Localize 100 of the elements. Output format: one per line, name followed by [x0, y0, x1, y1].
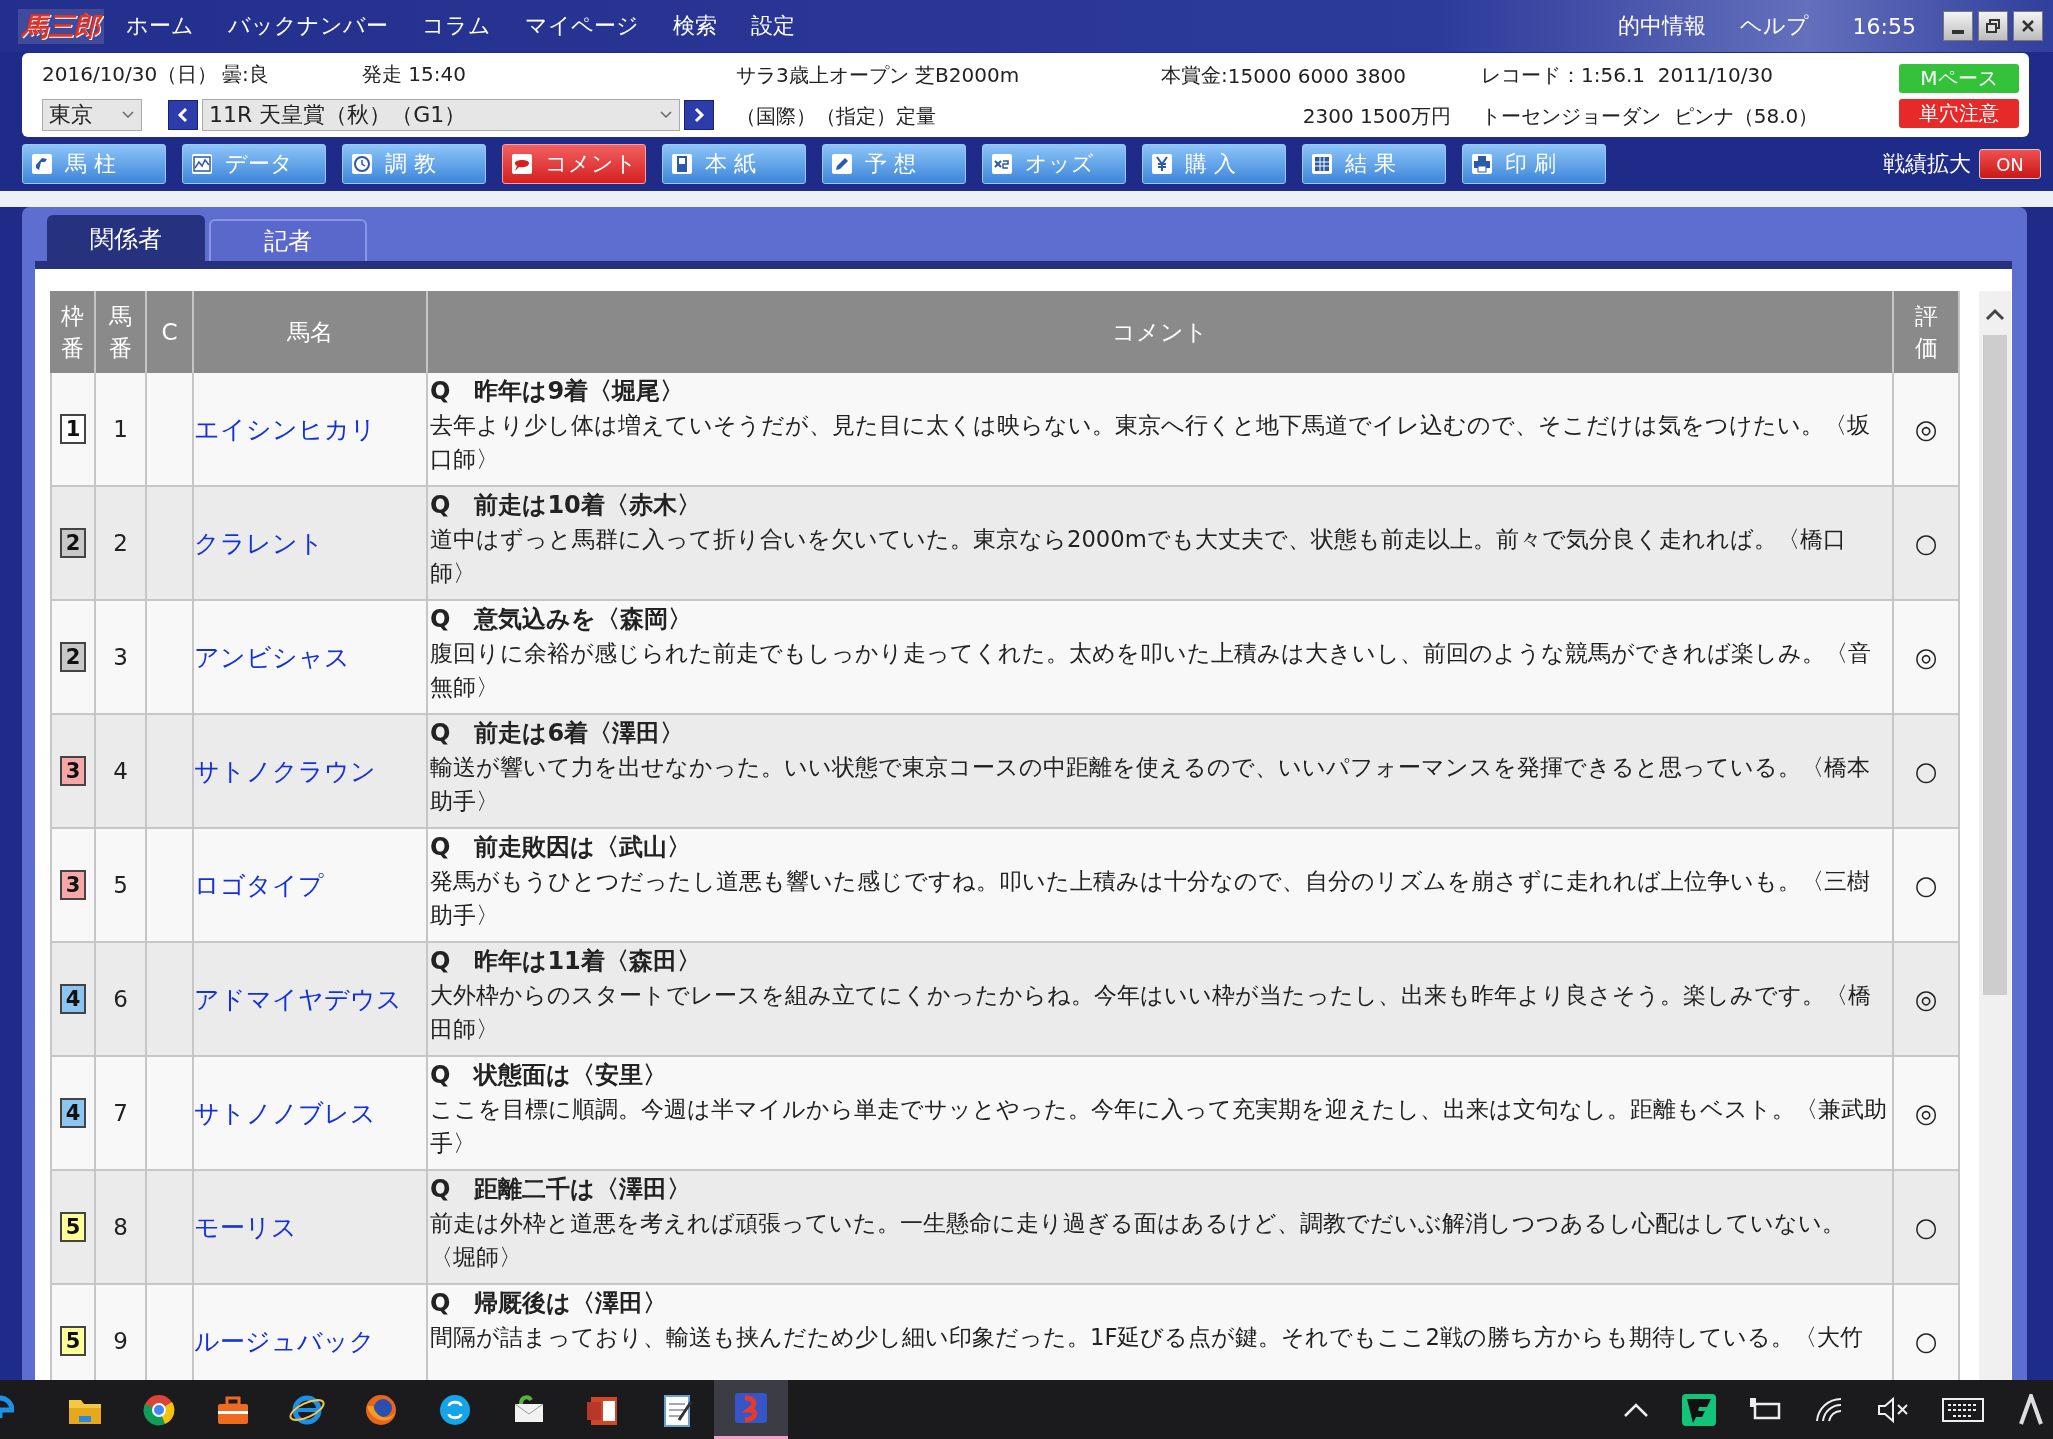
frame-number: 5: [60, 1326, 86, 1356]
horse-number: 4: [113, 758, 128, 784]
horse-name-link[interactable]: モーリス: [194, 1210, 297, 1244]
menu-item[interactable]: 検索: [673, 11, 717, 41]
horse-number: 3: [113, 644, 128, 670]
prize-money: 15000 6000 3800: [1227, 63, 1406, 88]
restore-icon: [1985, 18, 2001, 34]
frame-number: 1: [60, 414, 86, 444]
horse-name-link[interactable]: サトノノブレス: [194, 1096, 376, 1130]
race-select[interactable]: 11R 天皇賞（秋）（G1）: [202, 99, 680, 132]
comment-text: 発馬がもうひとつだったし道悪も響いた感じですね。叩いた上積みは十分なので、自分のリズムを崩さずに走れれば上位争いも。〈三樹助手〉: [430, 867, 1871, 930]
horse-number: 9: [113, 1328, 128, 1354]
horse-name-link[interactable]: ルージュバック: [194, 1324, 375, 1358]
previous-button[interactable]: [168, 100, 198, 131]
menu-item[interactable]: マイページ: [525, 11, 639, 41]
keyboard-icon[interactable]: [1941, 1395, 1985, 1424]
question-heading: Q 前走は6着〈澤田〉: [430, 718, 685, 749]
horse-number: 7: [113, 1100, 128, 1126]
toolbar-button[interactable]: コメント: [502, 144, 646, 184]
question-heading: Q 距離二千は〈澤田〉: [430, 1174, 692, 1205]
scroll-up-icon[interactable]: [1984, 307, 2006, 323]
question-heading: Q 昨年は9着〈堀尾〉: [430, 376, 685, 407]
clock-icon: [351, 153, 373, 175]
minimize-icon: [1952, 30, 1964, 34]
restore-button[interactable]: [1978, 11, 2008, 41]
next-button[interactable]: [684, 100, 714, 131]
horse-name-link[interactable]: サトノクラウン: [194, 754, 376, 788]
chevron-down-icon: [121, 110, 135, 121]
horse-number: 8: [113, 1214, 128, 1240]
frame-number: 4: [60, 1098, 86, 1128]
clock: 16:55: [1852, 13, 1916, 39]
track-condition: 曇:良: [222, 60, 270, 88]
question-heading: Q 前走敗因は〈武山〉: [430, 832, 692, 863]
rating-mark: ○: [1914, 528, 1938, 558]
question-heading: Q 前走は10着〈赤木〉: [430, 490, 701, 521]
rating-mark: ○: [1914, 1326, 1938, 1356]
comment-text: 大外枠からのスタートでレースを組み立てにくかったからね。今年はいい枠が当たったし、出来も昨年より良さそう。楽しみです。〈橋田師〉: [430, 981, 1872, 1044]
mute-icon[interactable]: [1875, 1394, 1911, 1425]
question-heading: Q 昨年は11着〈森田〉: [430, 946, 701, 977]
rating-mark: ◎: [1914, 642, 1938, 672]
chevron-down-icon: [659, 110, 673, 121]
race-conditions: （国際）（指定）定量: [736, 103, 937, 130]
frame-number: 3: [60, 756, 86, 786]
yen-icon: [1151, 153, 1173, 175]
comment-text: 間隔が詰まっており、輸送も挟んだため少し細い印象だった。1F延びる点が鍵。それでもここ2戦の勝ち方からも期待している。〈大竹: [430, 1323, 1863, 1352]
horse-number: 1: [113, 416, 128, 442]
menu-item[interactable]: 設定: [751, 11, 795, 41]
comment-text: 去年より少し体は増えていそうだが、見た目に太くは映らない。東京へ行くと地下馬道でイレ込むので、そこだけは気をつけたい。〈坂口師〉: [430, 411, 1871, 474]
speech-bubble-icon: [511, 153, 533, 175]
horse-name-link[interactable]: ロゴタイプ: [194, 868, 324, 902]
question-heading: Q 状態面は〈安里〉: [430, 1060, 668, 1091]
rating-mark: ◎: [1914, 414, 1938, 444]
chart-icon: [191, 153, 213, 175]
frame-number: 2: [60, 528, 86, 558]
frame-number: 5: [60, 1212, 86, 1242]
status-badge: 単穴注意: [1899, 99, 2019, 128]
comment-text: 道中はずっと馬群に入って折り合いを欠いていた。東京なら2000mでも大丈夫で、状態も前走以上。前々で気分良く走れれば。〈橋口師〉: [430, 525, 1847, 588]
toggle-switch[interactable]: ON: [1979, 149, 2041, 179]
comment-text: 前走は外枠と道悪を考えれば頑張っていた。一生懸命に走り過ぎる面はあるけど、調教でだいぶ解消しつつあるし心配はしていない。〈堀師〉: [430, 1209, 1846, 1272]
race-class: サラ3歳上オープン 芝B2000m: [736, 62, 1021, 89]
frame-number: 4: [60, 984, 86, 1014]
minimize-button[interactable]: [1943, 11, 1973, 41]
table-icon: [1311, 153, 1333, 175]
question-heading: Q 帰厩後は〈澤田〉: [430, 1288, 668, 1319]
horse-name-link[interactable]: エイシンヒカリ: [194, 412, 376, 446]
menu-item[interactable]: コラム: [422, 11, 491, 41]
rating-mark: ○: [1914, 1212, 1938, 1242]
frame-number: 2: [60, 642, 86, 672]
menu-item[interactable]: バックナンバー: [228, 11, 388, 41]
chevron-right-icon: [693, 107, 705, 124]
scroll-thumb[interactable]: [1983, 335, 2007, 995]
comment-text: 腹回りに余裕が感じられた前走でもしっかり走ってくれた。太めを叩いた上積みは大きいし、前回のような競馬ができれば楽しみ。〈音無師〉: [430, 639, 1872, 702]
venue-select[interactable]: 東京: [42, 99, 142, 132]
printer-icon: [1471, 153, 1493, 175]
horse-number: 6: [113, 986, 128, 1012]
start-time: 発走 15:40: [362, 60, 466, 88]
horse-name-link[interactable]: アンビシャス: [194, 640, 350, 674]
horse-name-link[interactable]: アドマイヤデウス: [194, 982, 402, 1016]
tab[interactable]: 記者: [209, 219, 367, 261]
rating-mark: ◎: [1914, 1098, 1938, 1128]
chevron-left-icon: [177, 107, 189, 124]
horse-number: 5: [113, 872, 128, 898]
close-button[interactable]: [2013, 11, 2043, 41]
header-link[interactable]: 的中情報: [1617, 11, 1706, 41]
menu-item[interactable]: ホーム: [126, 11, 194, 41]
rating-mark: ○: [1914, 756, 1938, 786]
document-icon: [671, 153, 693, 175]
horse-name-link[interactable]: クラレント: [194, 526, 324, 560]
prize-money: 2300 1500万円: [1302, 103, 1451, 130]
comment-text: 輸送が響いて力を出せなかった。いい状態で東京コースの中距離を使えるので、いいパフォーマンスを発揮できると思っている。〈橋本助手〉: [430, 753, 1871, 816]
horse-head-icon: [31, 153, 53, 175]
header-link[interactable]: ヘルプ: [1739, 11, 1809, 41]
comment-text: ここを目標に順調。今週は半マイルから単走でサッとやった。今年に入って充実期を迎えたし、出来は文句なし。距離もベスト。〈兼武助手〉: [430, 1095, 1888, 1158]
close-icon: [2020, 18, 2036, 34]
tab[interactable]: 関係者: [47, 215, 205, 261]
pencil-icon: [831, 153, 853, 175]
record-time: レコード：1:56.1 2011/10/30: [1481, 62, 1774, 89]
rating-mark: ○: [1914, 870, 1938, 900]
question-heading: Q 意気込みを〈森岡〉: [430, 604, 693, 635]
multiply-icon: [991, 153, 1013, 175]
